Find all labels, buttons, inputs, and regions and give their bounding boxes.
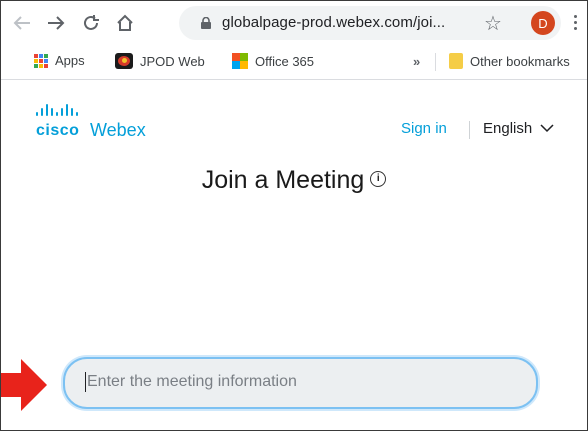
bookmark-star-icon[interactable]: ☆ (484, 11, 502, 36)
office365-icon (232, 53, 248, 69)
page-title: Join a Meeting i (1, 166, 587, 195)
profile-avatar[interactable]: D (531, 11, 555, 35)
info-icon[interactable]: i (370, 171, 387, 188)
meeting-info-input[interactable] (85, 367, 509, 397)
language-label: English (483, 120, 533, 137)
folder-icon (449, 53, 463, 69)
chevron-down-icon (540, 124, 554, 133)
logo-webex-text: Webex (90, 120, 146, 140)
lock-icon[interactable] (201, 17, 211, 29)
bookmark-apps[interactable]: Apps (34, 53, 85, 68)
header-divider (469, 121, 470, 139)
bookmark-label: JPOD Web (140, 53, 205, 69)
address-bar[interactable]: globalpage-prod.webex.com/joi... ☆ (179, 6, 561, 40)
jpod-site-icon (115, 53, 133, 69)
bookmark-label: Apps (55, 53, 85, 68)
url-text[interactable]: globalpage-prod.webex.com/joi... (222, 14, 445, 31)
bookmark-jpod-web[interactable]: JPOD Web (115, 53, 205, 69)
back-arrow-icon[interactable] (11, 12, 33, 34)
bookmark-label: Office 365 (255, 53, 315, 69)
cisco-webex-logo[interactable]: cisco Webex (36, 104, 146, 140)
sign-in-link[interactable]: Sign in (401, 120, 447, 137)
apps-grid-icon (34, 53, 48, 68)
language-selector[interactable]: English (483, 120, 554, 137)
other-bookmarks-label: Other bookmarks (470, 53, 570, 69)
browser-window: globalpage-prod.webex.com/joi... ☆ D App… (0, 0, 588, 431)
cisco-bars-icon (36, 104, 81, 116)
bookmark-office-365[interactable]: Office 365 (232, 53, 314, 69)
bookmarks-overflow-button[interactable]: » (413, 54, 420, 69)
reload-icon[interactable] (80, 12, 102, 34)
meeting-info-field[interactable] (63, 357, 538, 409)
page-title-text: Join a Meeting (201, 166, 365, 194)
kebab-menu-icon[interactable] (574, 15, 578, 31)
home-icon[interactable] (114, 12, 136, 34)
logo-cisco-text: cisco (36, 122, 80, 139)
forward-arrow-icon[interactable] (45, 12, 67, 34)
red-arrow-icon (1, 359, 47, 411)
bookmarks-divider (435, 53, 436, 71)
other-bookmarks[interactable]: Other bookmarks (449, 53, 570, 69)
bookmarks-bar: Apps JPOD Web Office 365 » Other bookmar… (1, 45, 587, 80)
browser-toolbar: globalpage-prod.webex.com/joi... ☆ D (1, 1, 587, 45)
